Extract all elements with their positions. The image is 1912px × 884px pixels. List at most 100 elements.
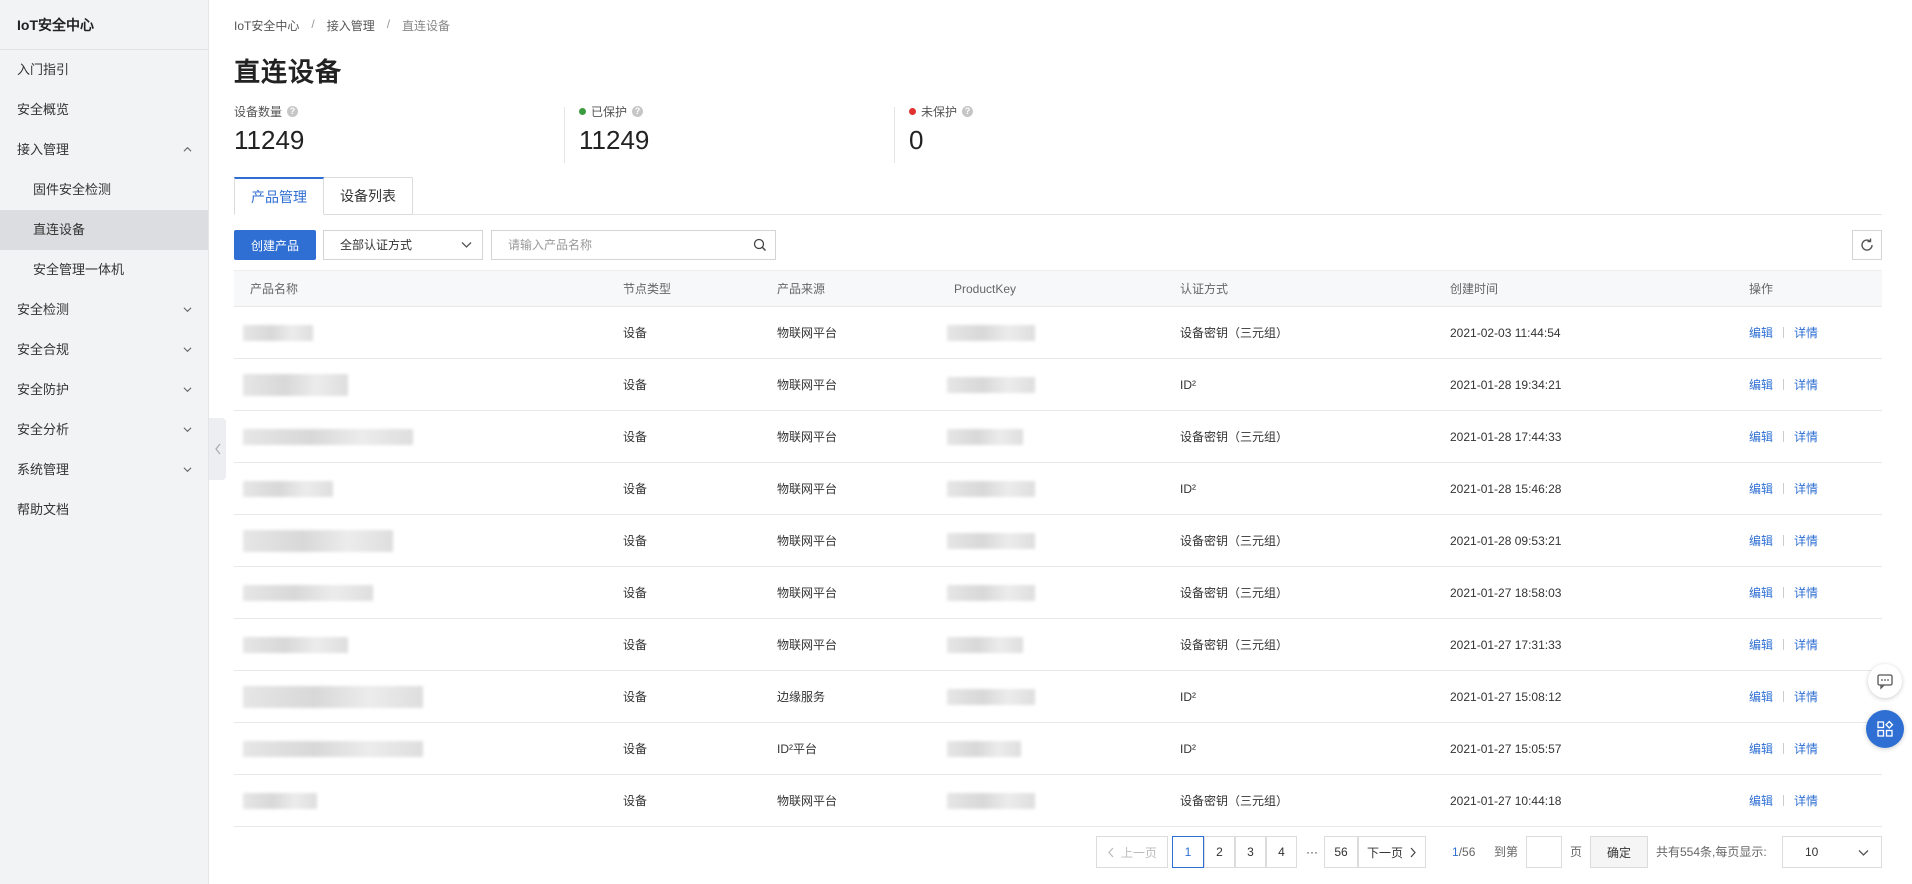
page-button[interactable]: 3 <box>1235 836 1266 868</box>
node-type-cell: 设备 <box>623 326 648 340</box>
operations-cell: 编辑 详情 <box>1749 359 1818 410</box>
detail-link[interactable]: 详情 <box>1794 480 1818 497</box>
page-button[interactable]: 2 <box>1204 836 1235 868</box>
page-button[interactable]: 1 <box>1172 836 1204 868</box>
help-icon[interactable]: ? <box>287 106 299 117</box>
redacted-productkey <box>947 688 1035 705</box>
refresh-button[interactable] <box>1852 230 1882 260</box>
product-name-cell <box>243 723 423 774</box>
next-page-button[interactable]: 下一页 <box>1358 836 1426 868</box>
goto-page-input[interactable] <box>1526 836 1562 868</box>
sidebar-item-access-management[interactable]: 接入管理 <box>0 130 208 170</box>
product-name-cell <box>243 775 317 826</box>
edit-link[interactable]: 编辑 <box>1749 688 1773 705</box>
sidebar: IoT安全中心 入门指引 安全概览 接入管理 固件安全检测 直连设备 安全管理一… <box>0 0 209 884</box>
auth-method-select[interactable]: 全部认证方式 <box>323 230 483 260</box>
stat-label: 已保护 <box>591 105 628 119</box>
product-name-cell <box>243 359 348 410</box>
productkey-cell <box>947 463 1035 514</box>
productkey-cell <box>947 671 1035 722</box>
operations-cell: 编辑 详情 <box>1749 671 1818 722</box>
breadcrumb-item[interactable]: 接入管理 <box>327 17 375 34</box>
chevron-left-icon <box>1108 847 1114 857</box>
table-row: 设备 ID²平台 ID² 2021-01-27 15:05:57 编辑 详情 <box>234 723 1882 775</box>
detail-link[interactable]: 详情 <box>1794 428 1818 445</box>
create-product-button[interactable]: 创建产品 <box>234 230 316 260</box>
detail-link[interactable]: 详情 <box>1794 584 1818 601</box>
tab-device-list[interactable]: 设备列表 <box>324 177 413 215</box>
sidebar-item-overview[interactable]: 安全概览 <box>0 90 208 130</box>
page-button[interactable]: 56 <box>1324 836 1358 868</box>
chevron-down-icon <box>461 242 472 248</box>
help-icon[interactable]: ? <box>632 106 644 117</box>
table-row: 设备 物联网平台 设备密钥（三元组） 2021-01-27 17:31:33 编辑 详情 <box>234 619 1882 671</box>
productkey-cell <box>947 775 1035 826</box>
detail-link[interactable]: 详情 <box>1794 376 1818 393</box>
sidebar-item-security-appliance[interactable]: 安全管理一体机 <box>0 250 208 290</box>
apps-icon <box>1877 720 1894 737</box>
sidebar-collapse-button[interactable] <box>209 418 226 480</box>
tab-product-management[interactable]: 产品管理 <box>234 177 324 215</box>
sidebar-item-compliance[interactable]: 安全合规 <box>0 330 208 370</box>
sidebar-item-getting-started[interactable]: 入门指引 <box>0 50 208 90</box>
sidebar-item-label: 接入管理 <box>17 142 70 157</box>
productkey-cell <box>947 619 1023 670</box>
detail-link[interactable]: 详情 <box>1794 688 1818 705</box>
redacted-productkey <box>947 376 1035 393</box>
status-dot-red <box>909 108 916 115</box>
breadcrumb-item[interactable]: IoT安全中心 <box>234 17 299 34</box>
prev-label: 上一页 <box>1120 845 1157 860</box>
sidebar-item-firmware-check[interactable]: 固件安全检测 <box>0 170 208 210</box>
edit-link[interactable]: 编辑 <box>1749 376 1773 393</box>
app-menu-button[interactable] <box>1866 710 1904 748</box>
detail-link[interactable]: 详情 <box>1794 792 1818 809</box>
table-row: 设备 边缘服务 ID² 2021-01-27 15:08:12 编辑 详情 <box>234 671 1882 723</box>
sidebar-item-label: 安全管理一体机 <box>33 262 125 277</box>
divider <box>1783 691 1785 702</box>
edit-link[interactable]: 编辑 <box>1749 792 1773 809</box>
breadcrumb-current: 直连设备 <box>402 19 451 33</box>
detail-link[interactable]: 详情 <box>1794 740 1818 757</box>
created-time-cell: 2021-01-27 18:58:03 <box>1450 585 1562 600</box>
edit-link[interactable]: 编辑 <box>1749 428 1773 445</box>
sidebar-item-label: 帮助文档 <box>17 502 70 517</box>
page-button[interactable]: 4 <box>1266 836 1297 868</box>
detail-link[interactable]: 详情 <box>1794 324 1818 341</box>
sidebar-item-help[interactable]: 帮助文档 <box>0 490 208 530</box>
auth-method-cell: 设备密钥（三元组） <box>1180 326 1289 340</box>
divider <box>1783 639 1785 650</box>
stat-value: 11249 <box>579 125 650 155</box>
edit-link[interactable]: 编辑 <box>1749 480 1773 497</box>
sidebar-item-direct-devices[interactable]: 直连设备 <box>0 210 208 250</box>
sidebar-item-system[interactable]: 系统管理 <box>0 450 208 490</box>
edit-link[interactable]: 编辑 <box>1749 324 1773 341</box>
sidebar-item-analysis[interactable]: 安全分析 <box>0 410 208 450</box>
goto-confirm-button[interactable]: 确定 <box>1590 836 1648 868</box>
page-title: 直连设备 <box>234 57 343 87</box>
next-label: 下一页 <box>1366 845 1403 860</box>
edit-link[interactable]: 编辑 <box>1749 532 1773 549</box>
column-header: 创建时间 <box>1450 282 1499 296</box>
prev-page-button[interactable]: 上一页 <box>1096 836 1168 868</box>
feedback-button[interactable] <box>1868 664 1902 698</box>
page-unit-label: 页 <box>1570 845 1583 859</box>
breadcrumb: IoT安全中心 / 接入管理 / 直连设备 <box>234 17 450 34</box>
help-icon[interactable]: ? <box>962 106 974 117</box>
created-time-cell: 2021-01-28 09:53:21 <box>1450 533 1562 548</box>
operations-cell: 编辑 详情 <box>1749 619 1818 670</box>
search-input[interactable] <box>492 231 742 259</box>
page-size-select[interactable]: 10 <box>1782 836 1882 868</box>
search-icon[interactable] <box>753 238 767 252</box>
edit-link[interactable]: 编辑 <box>1749 636 1773 653</box>
sidebar-item-label: 系统管理 <box>17 462 70 477</box>
divider <box>564 107 565 163</box>
product-source-cell: 物联网平台 <box>777 430 838 444</box>
edit-link[interactable]: 编辑 <box>1749 740 1773 757</box>
sidebar-item-protection[interactable]: 安全防护 <box>0 370 208 410</box>
detail-link[interactable]: 详情 <box>1794 636 1818 653</box>
stats-panel: 设备数量? 11249 已保护? 11249 未保护? 0 <box>234 103 1882 163</box>
sidebar-item-security-detection[interactable]: 安全检测 <box>0 290 208 330</box>
edit-link[interactable]: 编辑 <box>1749 584 1773 601</box>
node-type-cell: 设备 <box>623 430 648 444</box>
detail-link[interactable]: 详情 <box>1794 532 1818 549</box>
